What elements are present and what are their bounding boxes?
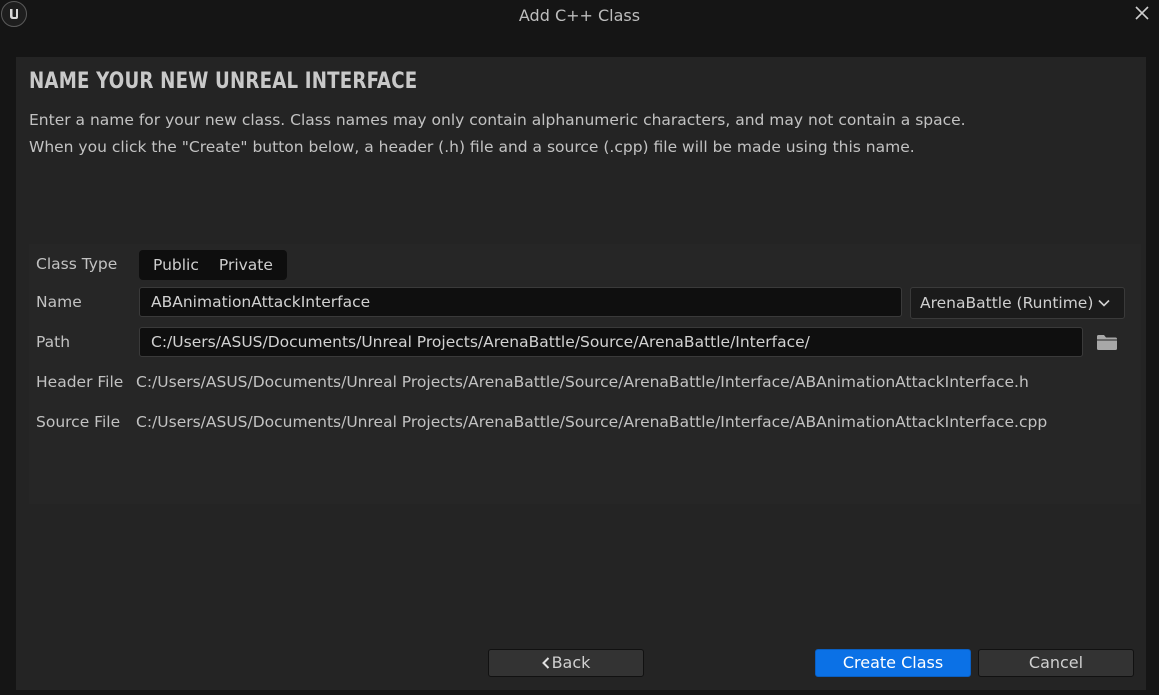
browse-folder-button[interactable] — [1096, 334, 1120, 354]
window-title: Add C++ Class — [518, 6, 641, 25]
cancel-button[interactable]: Cancel — [978, 649, 1134, 677]
header-file-path: C:/Users/ASUS/Documents/Unreal Projects/… — [136, 373, 1029, 391]
chevron-left-icon — [541, 657, 549, 669]
chevron-down-icon — [1098, 299, 1110, 307]
page-title: NAME YOUR NEW UNREAL INTERFACE — [29, 69, 418, 94]
class-type-label: Class Type — [36, 255, 118, 273]
main-panel: NAME YOUR NEW UNREAL INTERFACE Enter a n… — [16, 57, 1146, 690]
close-icon — [1135, 6, 1149, 20]
source-file-path: C:/Users/ASUS/Documents/Unreal Projects/… — [136, 413, 1048, 431]
name-label: Name — [36, 293, 82, 311]
description-line-2: When you click the "Create" button below… — [29, 138, 915, 156]
back-button[interactable]: Back — [488, 649, 644, 677]
close-button[interactable] — [1131, 2, 1153, 24]
header-file-label: Header File — [36, 373, 124, 391]
create-class-button[interactable]: Create Class — [815, 649, 971, 677]
add-class-dialog: Add C++ Class NAME YOUR NEW UNREAL INTER… — [0, 0, 1159, 695]
back-button-label: Back — [551, 653, 591, 672]
class-settings-form: Class Type Public Private Name ABAnimati… — [29, 244, 1141, 504]
source-file-label: Source File — [36, 413, 121, 431]
class-name-input[interactable]: ABAnimationAttackInterface — [139, 287, 902, 317]
class-type-public-option[interactable]: Public — [143, 250, 209, 280]
class-type-private-option[interactable]: Private — [209, 250, 283, 280]
module-dropdown[interactable]: ArenaBattle (Runtime) — [910, 287, 1125, 319]
path-input[interactable]: C:/Users/ASUS/Documents/Unreal Projects/… — [139, 327, 1083, 357]
path-label: Path — [36, 333, 71, 351]
title-bar: Add C++ Class — [0, 0, 1159, 30]
module-dropdown-value: ArenaBattle (Runtime) — [920, 294, 1094, 312]
folder-icon — [1097, 335, 1117, 350]
class-type-segmented-control: Public Private — [139, 250, 287, 280]
description-line-1: Enter a name for your new class. Class n… — [29, 111, 966, 129]
